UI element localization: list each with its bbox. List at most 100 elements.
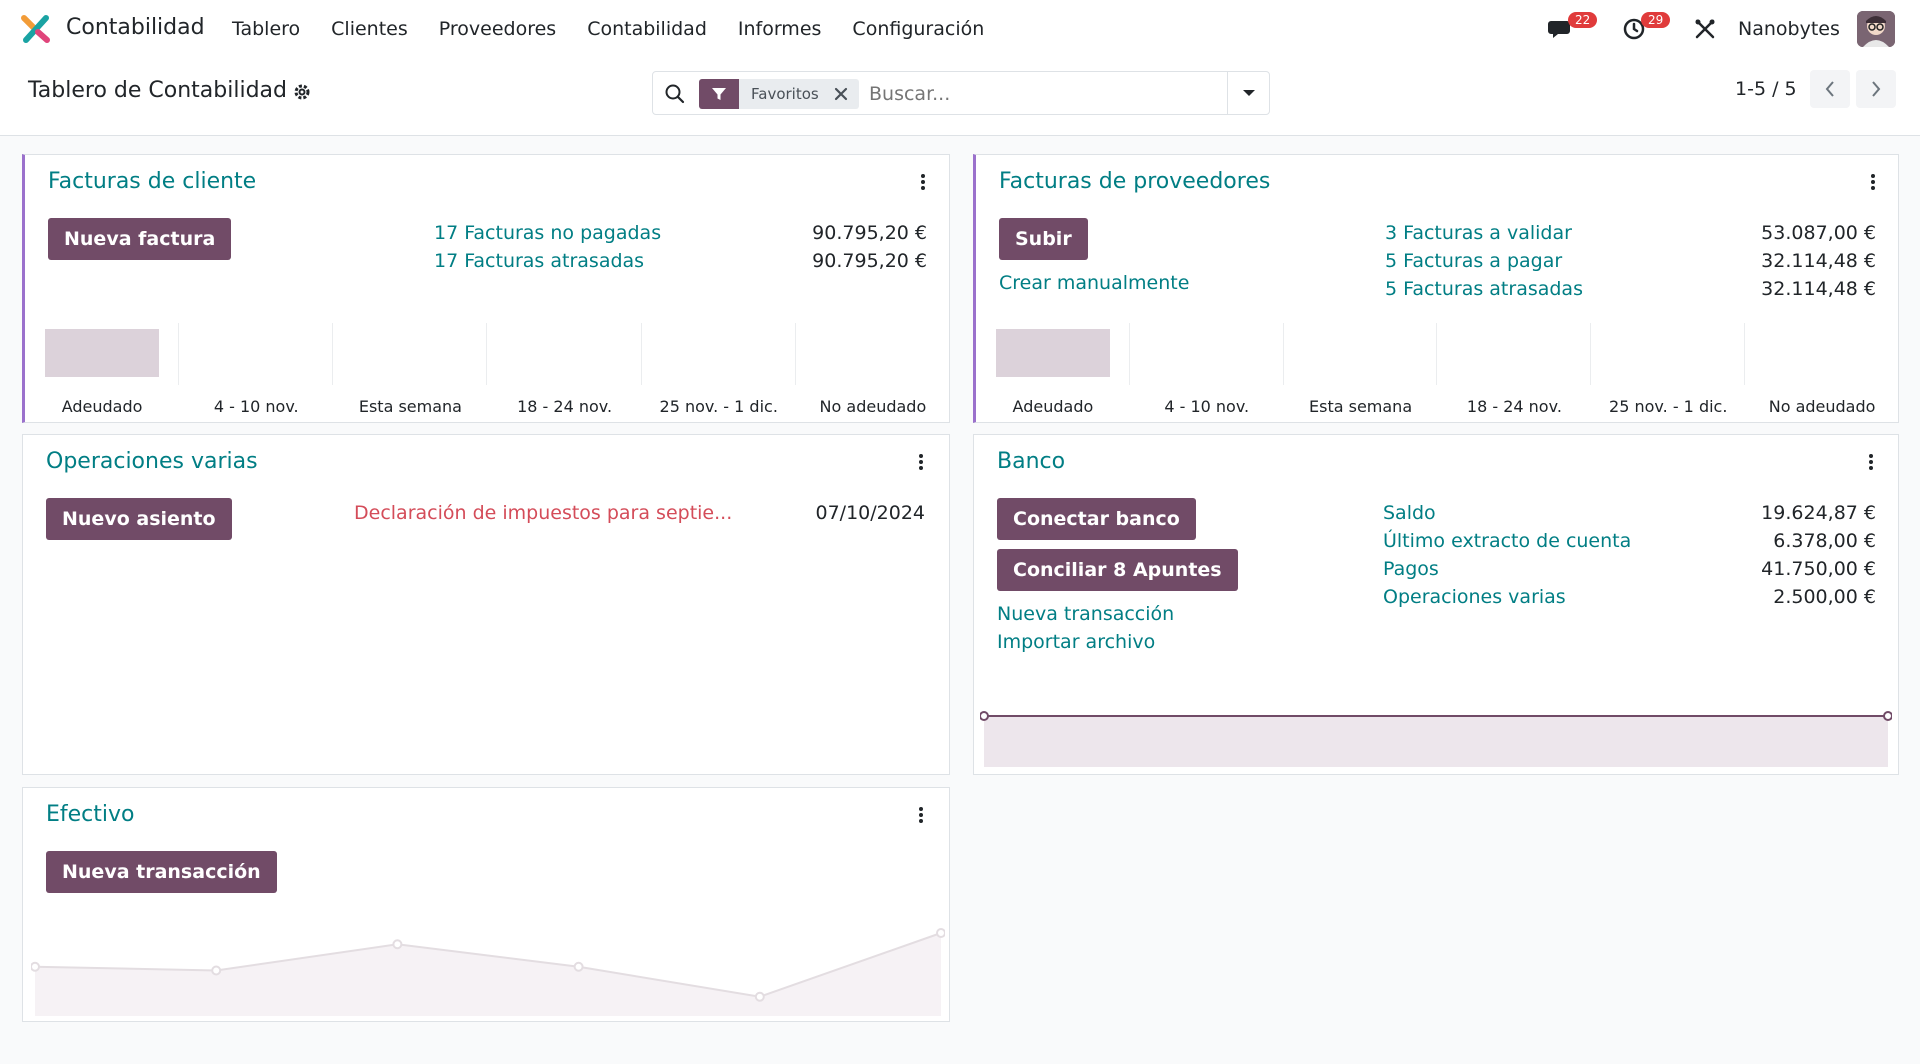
accounting-app-icon[interactable] — [20, 14, 52, 44]
reconcile-button[interactable]: Conciliar 8 Apuntes — [997, 549, 1238, 591]
pager-next-button[interactable] — [1856, 70, 1896, 108]
menu-item-contabilidad[interactable]: Contabilidad — [587, 18, 707, 40]
new-transaction-link[interactable]: Nueva transacción — [997, 603, 1174, 625]
debug-tools-icon[interactable] — [1694, 18, 1716, 40]
balance-link[interactable]: Saldo — [1383, 502, 1436, 524]
vendor-bills-graph[interactable]: Adeudado 4 - 10 nov. Esta semana 18 - 24 no… — [976, 323, 1899, 423]
pager-value[interactable]: 1-5 / 5 — [1735, 78, 1797, 100]
customer-invoices-graph[interactable]: Adeudado 4 - 10 nov. Esta semana 18 - 24 no… — [25, 323, 950, 423]
card-title[interactable]: Facturas de proveedores — [999, 169, 1270, 194]
bank-balance-graph[interactable] — [980, 711, 1892, 767]
customer-invoices-card: Facturas de cliente Nueva factura 17 Fac… — [22, 154, 950, 423]
kebab-menu-icon[interactable] — [916, 451, 926, 473]
import-file-link[interactable]: Importar archivo — [997, 631, 1155, 653]
graph-point[interactable] — [754, 991, 765, 1002]
overdue-invoices-amount: 90.795,20 € — [812, 250, 927, 272]
graph-tick-label: 18 - 24 nov. — [517, 397, 613, 416]
graph-tick-label: Adeudado — [61, 397, 143, 416]
graph-tick-label: 18 - 24 nov. — [1466, 397, 1562, 416]
cash-card: Efectivo Nueva transacción — [22, 787, 950, 1022]
graph-tick-label: No adeudado — [819, 397, 927, 416]
misc-operations-link[interactable]: Operaciones varias — [1383, 586, 1566, 608]
card-title[interactable]: Operaciones varias — [46, 449, 258, 474]
graph-column — [1591, 323, 1746, 385]
activities-badge: 29 — [1641, 12, 1671, 28]
new-invoice-button[interactable]: Nueva factura — [48, 218, 232, 260]
bills-to-pay-link[interactable]: 5 Facturas a pagar — [1385, 250, 1562, 272]
menu-item-proveedores[interactable]: Proveedores — [439, 18, 556, 40]
graph-column — [179, 323, 334, 385]
search-options-toggle[interactable] — [1227, 72, 1269, 114]
graph-point[interactable] — [211, 965, 222, 976]
app-name[interactable]: Contabilidad — [66, 15, 205, 40]
messages-badge: 22 — [1568, 12, 1598, 28]
graph-point[interactable] — [936, 928, 945, 938]
graph-column — [796, 323, 950, 385]
bills-to-validate-amount: 53.087,00 € — [1761, 222, 1876, 244]
card-title[interactable]: Banco — [997, 449, 1065, 474]
graph-area — [984, 716, 1888, 767]
graph-point[interactable] — [31, 961, 40, 972]
chevron-left-icon — [1825, 81, 1834, 97]
graph-point[interactable] — [392, 939, 403, 950]
control-panel: Tablero de Contabilidad Favoritos 1-5 / … — [0, 58, 1920, 136]
close-icon[interactable] — [831, 84, 851, 104]
last-statement-link[interactable]: Último extracto de cuenta — [1383, 530, 1631, 552]
new-cash-transaction-button[interactable]: Nueva transacción — [46, 851, 277, 893]
graph-column — [1745, 323, 1899, 385]
unpaid-invoices-link[interactable]: 17 Facturas no pagadas — [434, 222, 661, 244]
company-name[interactable]: Nanobytes — [1738, 18, 1840, 40]
facet-label: Favoritos — [751, 85, 819, 103]
gear-icon[interactable] — [293, 83, 311, 101]
graph-column — [1284, 323, 1438, 385]
cash-balance-graph[interactable] — [31, 928, 945, 1016]
graph-point[interactable] — [573, 961, 584, 972]
graph-tick-label: Adeudado — [1012, 397, 1094, 416]
unpaid-invoices-amount: 90.795,20 € — [812, 222, 927, 244]
caret-down-icon — [1242, 90, 1255, 96]
kebab-menu-icon[interactable] — [918, 171, 928, 193]
tax-return-link[interactable]: Declaración de impuestos para septie... — [354, 502, 732, 524]
graph-tick-label: Esta semana — [1309, 397, 1413, 416]
graph-column — [488, 323, 642, 385]
balance-amount: 19.624,87 € — [1761, 502, 1876, 524]
graph-column — [1438, 323, 1592, 385]
kebab-menu-icon[interactable] — [916, 804, 926, 826]
overdue-bills-link[interactable]: 5 Facturas atrasadas — [1385, 278, 1583, 300]
kebab-menu-icon[interactable] — [1868, 171, 1878, 193]
card-title[interactable]: Facturas de cliente — [48, 169, 256, 194]
filter-icon — [699, 79, 739, 109]
graph-bar[interactable] — [45, 329, 160, 377]
menu-item-configuracion[interactable]: Configuración — [852, 18, 984, 40]
page-title: Tablero de Contabilidad — [28, 78, 287, 103]
payments-link[interactable]: Pagos — [1383, 558, 1439, 580]
chevron-right-icon — [1872, 81, 1881, 97]
menu-item-informes[interactable]: Informes — [738, 18, 822, 40]
menu-item-tablero[interactable]: Tablero — [232, 18, 300, 40]
tax-return-date: 07/10/2024 — [815, 502, 925, 524]
connect-bank-button[interactable]: Conectar banco — [997, 498, 1196, 540]
bank-card: Banco Conectar banco Conciliar 8 Apuntes… — [973, 434, 1899, 775]
graph-tick-label: Esta semana — [358, 397, 462, 416]
graph-tick-label: No adeudado — [1768, 397, 1876, 416]
search-icon[interactable] — [663, 82, 687, 106]
user-avatar[interactable] — [1857, 11, 1895, 47]
graph-tick-label: 25 nov. - 1 dic. — [659, 397, 778, 416]
graph-point[interactable] — [1883, 711, 1892, 721]
graph-bar[interactable] — [996, 329, 1110, 377]
card-title[interactable]: Efectivo — [46, 802, 135, 827]
bills-to-validate-link[interactable]: 3 Facturas a validar — [1385, 222, 1572, 244]
create-manually-link[interactable]: Crear manualmente — [999, 272, 1189, 294]
pager-previous-button[interactable] — [1810, 70, 1850, 108]
graph-point[interactable] — [980, 711, 989, 721]
new-entry-button[interactable]: Nuevo asiento — [46, 498, 232, 540]
search-input[interactable] — [869, 81, 1229, 107]
menu-item-clientes[interactable]: Clientes — [331, 18, 408, 40]
overdue-invoices-link[interactable]: 17 Facturas atrasadas — [434, 250, 644, 272]
graph-column — [1130, 323, 1284, 385]
graph-tick-label: 4 - 10 nov. — [1164, 397, 1250, 416]
overdue-bills-amount: 32.114,48 € — [1761, 278, 1876, 300]
kebab-menu-icon[interactable] — [1866, 451, 1876, 473]
upload-button[interactable]: Subir — [999, 218, 1088, 260]
graph-column — [333, 323, 488, 385]
